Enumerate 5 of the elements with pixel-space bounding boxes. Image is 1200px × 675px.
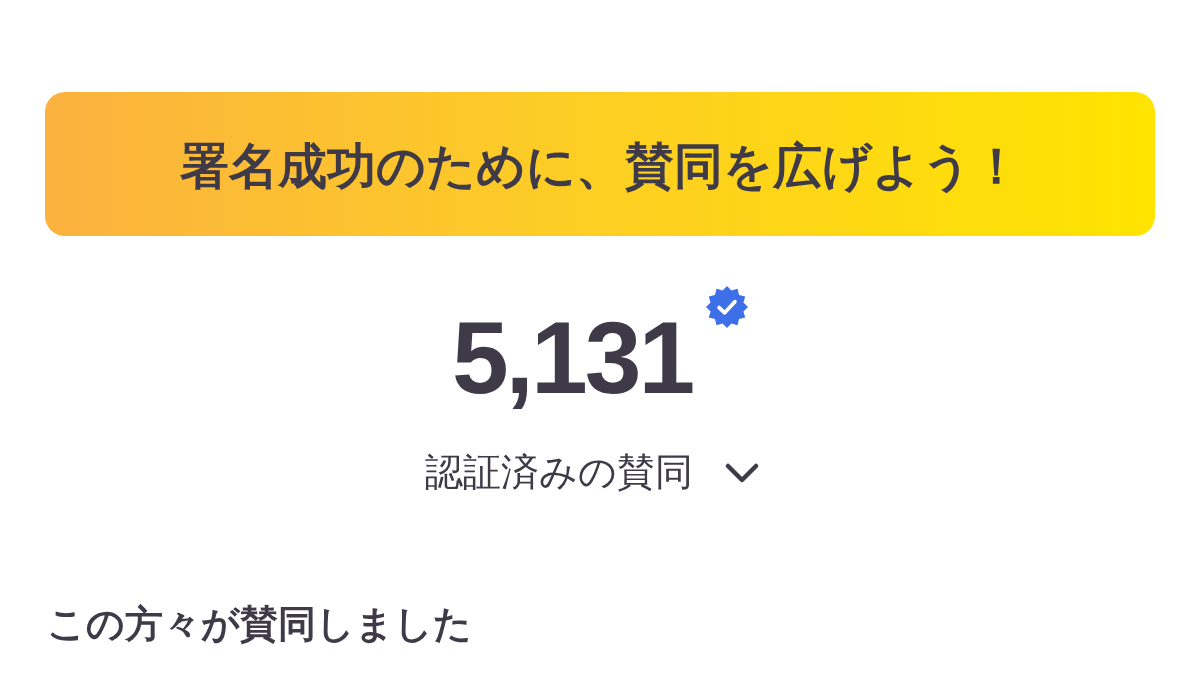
section-title: この方々が賛同しました (47, 601, 472, 647)
signature-count: 5,131 (451, 300, 693, 409)
chevron-icon (725, 462, 759, 483)
banner-text: 署名成功のために、賛同を広げよう！ (179, 137, 1021, 195)
verified-filter-dropdown[interactable]: 認証済みの賛同 (425, 450, 759, 496)
